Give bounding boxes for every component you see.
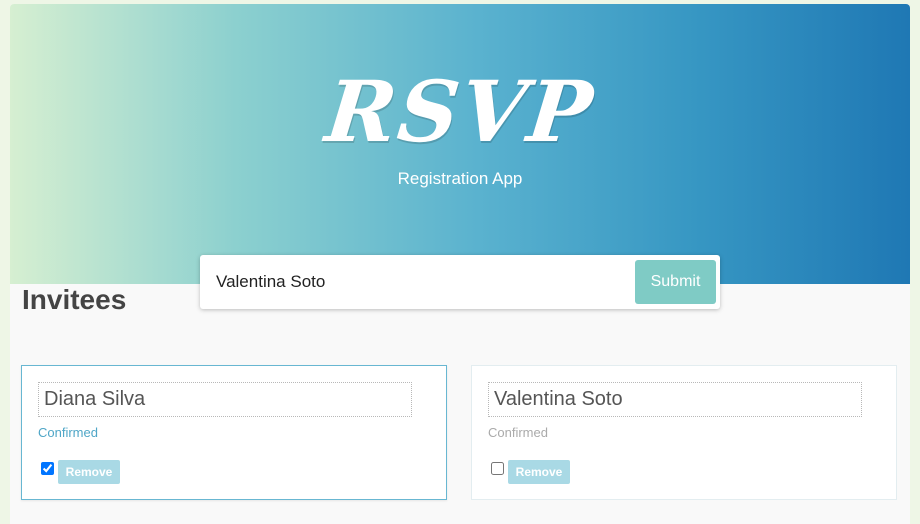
registrar-form: Submit (200, 255, 720, 309)
invitee-name[interactable]: Diana Silva (38, 382, 412, 417)
remove-button[interactable]: Remove (58, 460, 120, 484)
invitee-name-input[interactable] (206, 260, 626, 304)
invitee-status-label: Confirmed (488, 425, 548, 440)
invitees-heading: Invitees (22, 284, 127, 315)
confirmed-checkbox[interactable] (491, 462, 504, 475)
app-subtitle: Registration App (397, 169, 523, 188)
submit-button[interactable]: Submit (635, 260, 716, 304)
confirmed-checkbox[interactable] (41, 462, 54, 475)
invitee-card: Diana Silva Confirmed Remove (21, 365, 447, 500)
invitee-name[interactable]: Valentina Soto (488, 382, 862, 417)
app-container: RSVP Registration App Submit Invitees Di… (10, 4, 910, 524)
remove-button[interactable]: Remove (508, 460, 570, 484)
invitee-status-label: Confirmed (38, 425, 98, 440)
app-logo: RSVP (321, 62, 599, 161)
invitee-card: Valentina Soto Confirmed Remove (471, 365, 897, 500)
header-banner: RSVP Registration App (10, 4, 910, 284)
